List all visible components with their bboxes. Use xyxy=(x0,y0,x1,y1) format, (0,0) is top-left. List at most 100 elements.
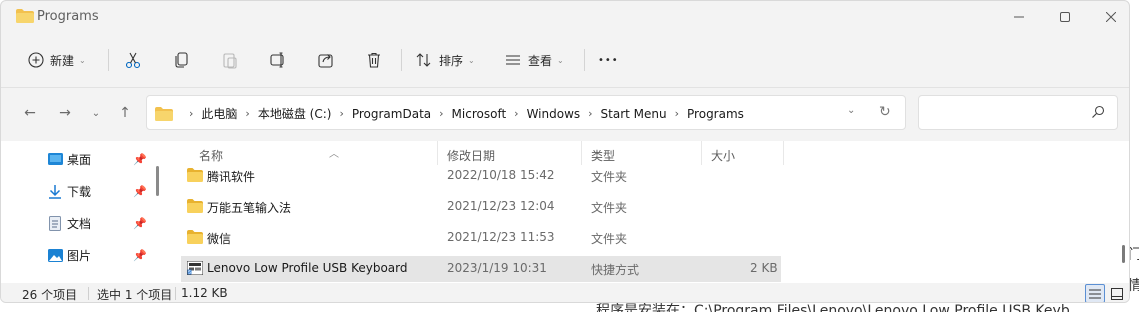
content-area: 桌面 📌 下载 📌 文档 📌 图片 📌 名称 ︿ 修改日期 类型 大小 腾讯软件… xyxy=(1,141,1129,283)
pin-icon[interactable]: 📌 xyxy=(133,217,147,230)
sort-button[interactable]: 排序 ⌄ xyxy=(415,47,475,73)
item-count: 26 个项目 xyxy=(22,288,78,302)
minimize-button[interactable] xyxy=(996,5,1042,29)
column-header-date[interactable]: 修改日期 xyxy=(447,147,495,164)
column-divider[interactable] xyxy=(701,141,702,165)
forward-button[interactable]: → xyxy=(53,102,77,124)
sidebar-item-documents[interactable]: 文档 📌 xyxy=(47,211,151,235)
breadcrumb-item[interactable]: 此电脑 xyxy=(201,105,237,122)
folder-icon xyxy=(187,230,203,244)
new-button[interactable]: 新建 ⌄ xyxy=(28,47,86,73)
navigation-pane-scrollbar[interactable] xyxy=(156,166,159,196)
sidebar-item-pictures[interactable]: 图片 📌 xyxy=(47,243,151,267)
chevron-down-icon: ⌄ xyxy=(557,55,564,65)
rename-icon xyxy=(270,52,284,68)
title-bar: Programs xyxy=(1,1,1129,33)
search-icon xyxy=(1092,105,1105,118)
breadcrumb: › 此电脑 › 本地磁盘 (C:) › ProgramData › Micros… xyxy=(155,105,744,122)
picture-icon xyxy=(47,247,63,263)
share-button[interactable] xyxy=(317,47,335,73)
copy-icon xyxy=(175,52,188,68)
file-row[interactable]: 腾讯软件 2022/10/18 15:42 文件夹 xyxy=(181,163,781,189)
file-type: 快捷方式 xyxy=(591,263,640,277)
refresh-icon[interactable]: ↻ xyxy=(879,104,891,120)
more-options-button[interactable]: ••• xyxy=(598,47,619,73)
file-type: 文件夹 xyxy=(591,201,628,215)
column-divider[interactable] xyxy=(581,141,582,165)
pin-icon[interactable]: 📌 xyxy=(133,185,147,198)
file-row[interactable]: 微信 2021/12/23 11:53 文件夹 xyxy=(181,225,781,251)
breadcrumb-chevron-icon: › xyxy=(189,107,194,120)
breadcrumb-item[interactable]: Start Menu xyxy=(601,107,667,121)
file-list-scrollbar[interactable] xyxy=(1122,245,1125,263)
sidebar-item-label: 下载 xyxy=(67,184,92,199)
column-header-type[interactable]: 类型 xyxy=(591,147,615,164)
breadcrumb-item[interactable]: 本地磁盘 (C:) xyxy=(258,105,332,122)
sidebar-item-label: 桌面 xyxy=(67,152,92,167)
file-explorer-window: Programs 新建 ⌄ 排序 ⌄ 查看 ⌄ ••• ← → ⌄ ↑ › 此电… xyxy=(0,0,1130,303)
share-icon xyxy=(318,54,333,68)
breadcrumb-chevron-icon: › xyxy=(439,107,444,120)
breadcrumb-chevron-icon: › xyxy=(514,107,519,120)
command-bar: 新建 ⌄ 排序 ⌄ 查看 ⌄ ••• xyxy=(1,41,1129,77)
delete-button[interactable] xyxy=(365,47,383,73)
view-button[interactable]: 查看 ⌄ xyxy=(504,47,564,73)
column-header-name[interactable]: 名称 ︿ xyxy=(199,147,339,164)
file-name: 腾讯软件 xyxy=(207,170,256,184)
breadcrumb-item[interactable]: Windows xyxy=(527,107,581,121)
minimize-icon xyxy=(1014,16,1024,18)
selected-count: 选中 1 个项目 xyxy=(97,288,173,302)
maximize-button[interactable] xyxy=(1042,5,1088,29)
details-view-button[interactable] xyxy=(1085,284,1105,302)
view-lines-icon xyxy=(506,55,520,65)
plus-circle-icon xyxy=(28,52,44,68)
recent-locations-button[interactable]: ⌄ xyxy=(84,102,108,124)
file-name: Lenovo Low Profile USB Keyboard xyxy=(207,261,408,275)
breadcrumb-chevron-icon: › xyxy=(339,107,344,120)
chevron-down-icon: ⌄ xyxy=(79,55,86,65)
breadcrumb-item[interactable]: ProgramData xyxy=(352,107,431,121)
address-history-dropdown-icon[interactable]: ⌄ xyxy=(847,105,855,116)
paste-button[interactable] xyxy=(221,47,239,73)
breadcrumb-chevron-icon: › xyxy=(674,107,680,120)
maximize-icon xyxy=(1060,12,1070,22)
column-header-size[interactable]: 大小 xyxy=(711,147,735,164)
folder-icon xyxy=(16,9,34,23)
sidebar-item-downloads[interactable]: 下载 📌 xyxy=(47,179,151,203)
address-bar[interactable]: › 此电脑 › 本地磁盘 (C:) › ProgramData › Micros… xyxy=(146,95,906,130)
sidebar-item-label: 文档 xyxy=(67,216,92,231)
download-icon xyxy=(47,183,63,199)
file-type: 文件夹 xyxy=(591,170,628,184)
large-icons-view-button[interactable] xyxy=(1107,284,1127,302)
cut-button[interactable] xyxy=(124,47,142,73)
rename-button[interactable] xyxy=(269,47,287,73)
close-button[interactable] xyxy=(1088,5,1129,29)
status-bar: 26 个项目 选中 1 个项目 1.12 KB xyxy=(1,283,1129,302)
large-icons-view-icon xyxy=(1111,287,1123,300)
pin-icon[interactable]: 📌 xyxy=(133,249,147,262)
file-date: 2021/12/23 12:04 xyxy=(447,199,555,213)
column-divider[interactable] xyxy=(437,141,438,165)
file-row[interactable]: 万能五笔输入法 2021/12/23 12:04 文件夹 xyxy=(181,194,781,220)
back-button[interactable]: ← xyxy=(18,102,42,124)
breadcrumb-item[interactable]: Microsoft xyxy=(452,107,507,121)
view-button-label: 查看 xyxy=(528,53,553,68)
selected-size: 1.12 KB xyxy=(181,286,228,300)
file-list: 名称 ︿ 修改日期 类型 大小 腾讯软件 2022/10/18 15:42 文件… xyxy=(181,141,1129,283)
shortcut-icon xyxy=(187,261,203,275)
breadcrumb-item[interactable]: Programs xyxy=(687,107,744,121)
file-row[interactable]: Lenovo Low Profile USB Keyboard 2023/1/1… xyxy=(181,256,781,282)
pin-icon[interactable]: 📌 xyxy=(133,153,147,166)
new-button-label: 新建 xyxy=(50,53,75,68)
copy-button[interactable] xyxy=(173,47,191,73)
search-input[interactable] xyxy=(918,95,1118,130)
column-divider[interactable] xyxy=(783,141,784,165)
folder-icon xyxy=(187,168,203,182)
document-icon xyxy=(47,215,63,231)
details-view-icon xyxy=(1089,288,1101,299)
toolbar-divider xyxy=(401,49,402,71)
up-button[interactable]: ↑ xyxy=(113,102,137,124)
sort-button-label: 排序 xyxy=(439,53,464,68)
file-size: 2 KB xyxy=(750,261,778,275)
sidebar-item-desktop[interactable]: 桌面 📌 xyxy=(47,147,151,171)
